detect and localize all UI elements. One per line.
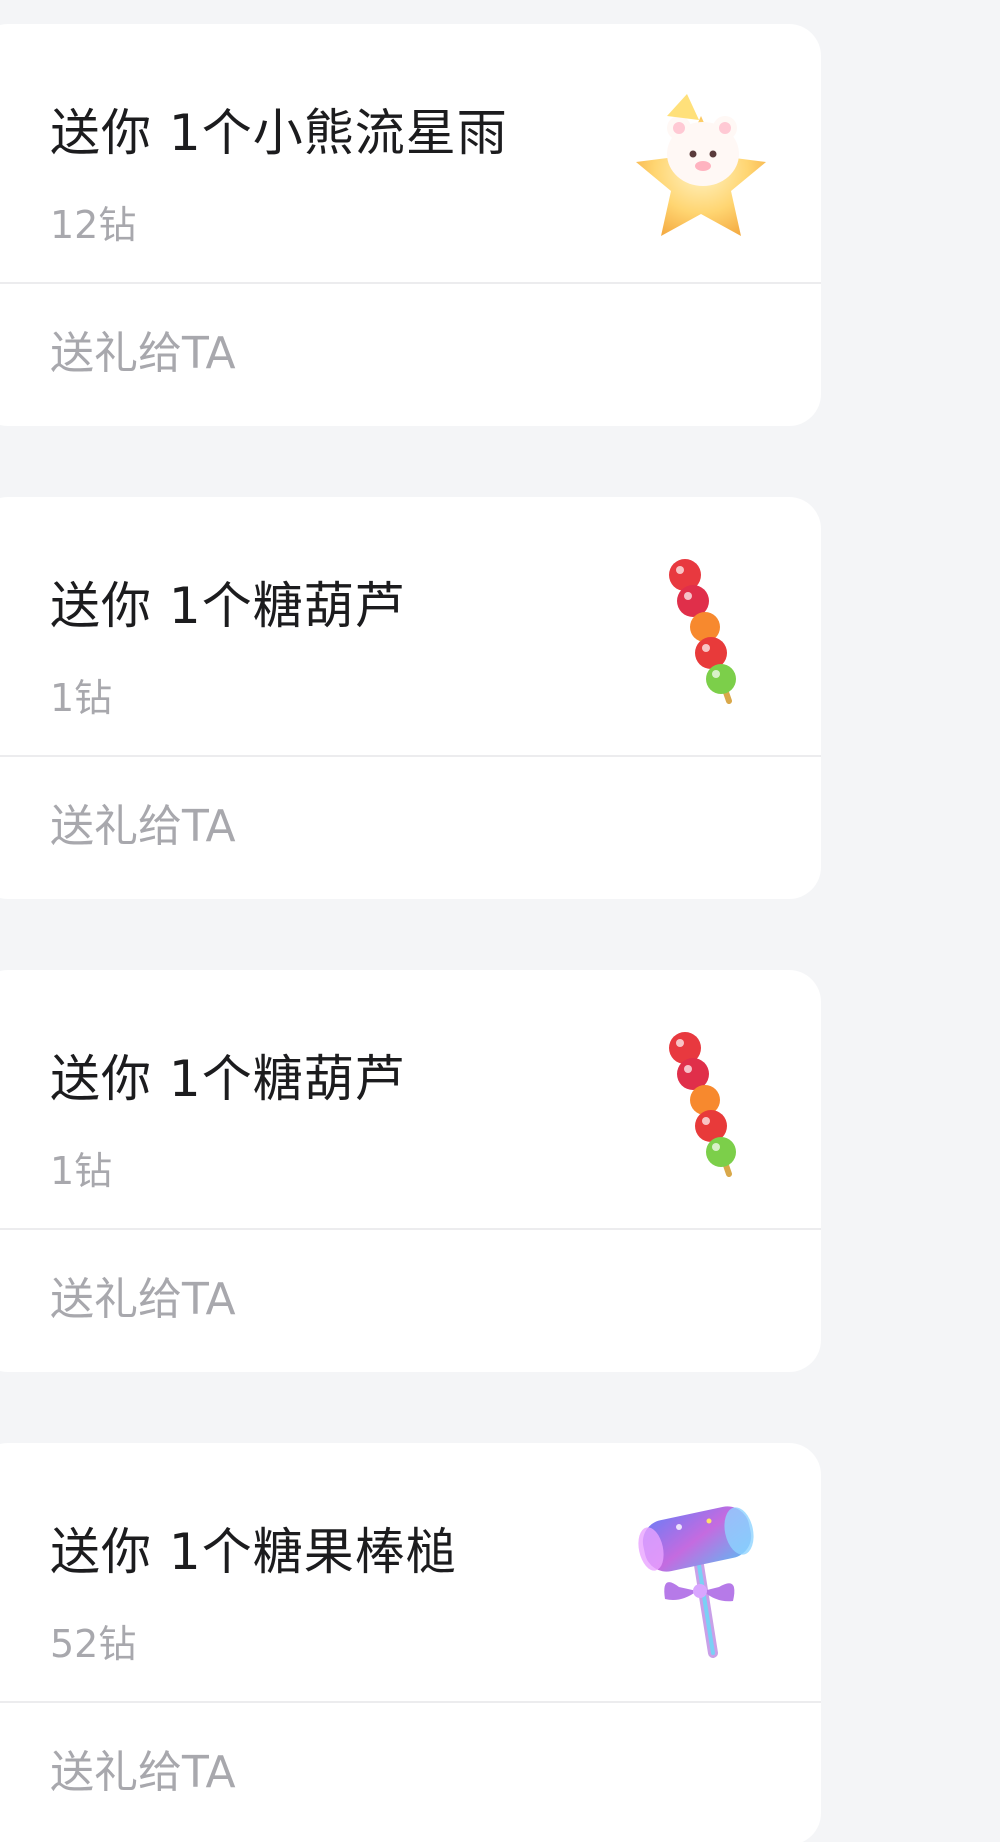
gift-card: 送你 1个小熊流星雨 12钻 送礼给TA	[0, 24, 821, 426]
gift-card: 送你 1个糖果棒槌 52钻 送礼给TA	[0, 1443, 821, 1842]
send-gift-button[interactable]: 送礼给TA	[0, 757, 821, 899]
candied-haws-icon	[669, 1032, 736, 1177]
send-gift-label: 送礼给TA	[50, 1747, 236, 1798]
candy-mallet-icon	[638, 1506, 754, 1658]
gift-title: 送你 1个糖葫芦	[50, 1050, 406, 1108]
gift-card-header: 送你 1个小熊流星雨 12钻	[0, 24, 821, 282]
gift-title: 送你 1个小熊流星雨	[50, 104, 508, 162]
send-gift-button[interactable]: 送礼给TA	[0, 284, 821, 426]
send-gift-button[interactable]: 送礼给TA	[0, 1230, 821, 1372]
gift-price: 1钻	[50, 1149, 113, 1193]
gift-card-header: 送你 1个糖葫芦 1钻	[0, 497, 821, 755]
gift-price: 12钻	[50, 203, 137, 247]
gift-card-header: 送你 1个糖葫芦 1钻	[0, 970, 821, 1228]
gift-card-header: 送你 1个糖果棒槌 52钻	[0, 1443, 821, 1701]
gift-title: 送你 1个糖葫芦	[50, 577, 406, 635]
gift-price: 52钻	[50, 1622, 137, 1666]
gift-title: 送你 1个糖果棒槌	[50, 1523, 457, 1581]
gift-card: 送你 1个糖葫芦 1钻 送礼给TA	[0, 970, 821, 1372]
send-gift-label: 送礼给TA	[50, 801, 236, 852]
gift-message-feed: 送你 1个小熊流星雨 12钻 送礼给TA 送你 1个糖葫芦 1钻 送礼给TA 送…	[0, 0, 1000, 1842]
gift-card: 送你 1个糖葫芦 1钻 送礼给TA	[0, 497, 821, 899]
candied-haws-icon	[669, 559, 736, 704]
send-gift-label: 送礼给TA	[50, 1274, 236, 1325]
bear-meteor-shower-icon	[636, 94, 766, 236]
gift-price: 1钻	[50, 676, 113, 720]
send-gift-button[interactable]: 送礼给TA	[0, 1703, 821, 1842]
send-gift-label: 送礼给TA	[50, 328, 236, 379]
